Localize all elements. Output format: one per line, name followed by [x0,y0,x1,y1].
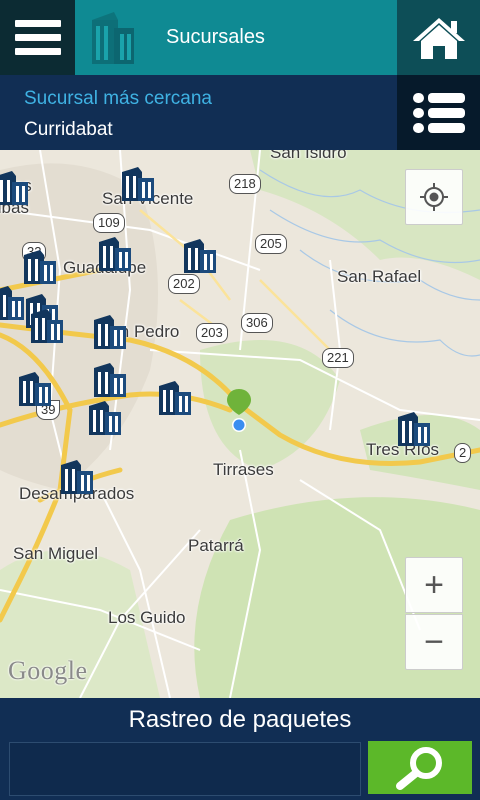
map-label-tirrases: Tirrases [213,460,274,479]
selected-branch-marker[interactable] [224,387,254,433]
nearest-branch-panel: Sucursal más cercana Curridabat [0,75,480,150]
route-shield: 2 [454,443,472,463]
branch-building-icon[interactable] [90,313,128,351]
map-label-san-isidro: San Isidro [270,150,347,162]
menu-button[interactable] [0,0,75,75]
route-shield: 202 [168,274,200,294]
building-logo-icon [92,12,134,64]
map-label-patarra: Patarrá [188,536,244,555]
route-shield: 221 [322,348,354,368]
nearest-branch-label: Sucursal más cercana [24,88,212,109]
route-shield: 109 [93,213,125,233]
branch-building-icon[interactable] [0,169,30,207]
my-location-button[interactable] [405,169,463,225]
zoom-out-button[interactable]: − [405,614,463,670]
route-shield: 306 [241,313,273,333]
hamburger-menu-icon [14,20,61,27]
branch-building-icon[interactable] [394,410,432,448]
top-bar: Sucursales [0,0,480,75]
branch-building-icon[interactable] [180,237,218,275]
home-button[interactable] [397,0,480,75]
branch-map[interactable]: San Isidro San Vicente Guadalupe San Raf… [0,150,480,698]
search-icon [396,746,442,790]
map-attribution: Google [8,656,88,685]
zoom-in-button[interactable]: + [405,557,463,613]
package-tracking-panel: Rastreo de paquetes [0,698,480,800]
branch-building-icon[interactable] [15,370,53,408]
branch-list-button[interactable] [397,75,480,150]
branch-building-icon[interactable] [20,248,58,286]
page-title: Sucursales [166,26,265,48]
search-button[interactable] [368,741,472,794]
tracking-number-input[interactable] [9,742,361,796]
home-icon [412,17,465,59]
nearest-branch-name[interactable]: Curridabat [24,119,113,141]
branch-building-icon[interactable] [155,379,193,417]
map-label-los-guido: Los Guido [108,608,186,627]
tracking-title: Rastreo de paquetes [128,706,352,733]
route-shield: 203 [196,323,228,343]
map-label-san-miguel: San Miguel [13,544,99,563]
map-label-san-rafael: San Rafael [337,267,422,286]
route-shield: 205 [255,234,287,254]
branch-building-icon[interactable] [118,165,156,203]
branch-building-icon[interactable] [90,361,128,399]
branch-building-icon[interactable] [57,458,95,496]
crosshair-icon [420,183,448,211]
branch-building-icon[interactable] [85,399,123,437]
route-shield: 218 [229,174,261,194]
list-icon [412,92,465,133]
branch-building-icon[interactable] [27,307,65,345]
branch-building-icon[interactable] [95,235,133,273]
